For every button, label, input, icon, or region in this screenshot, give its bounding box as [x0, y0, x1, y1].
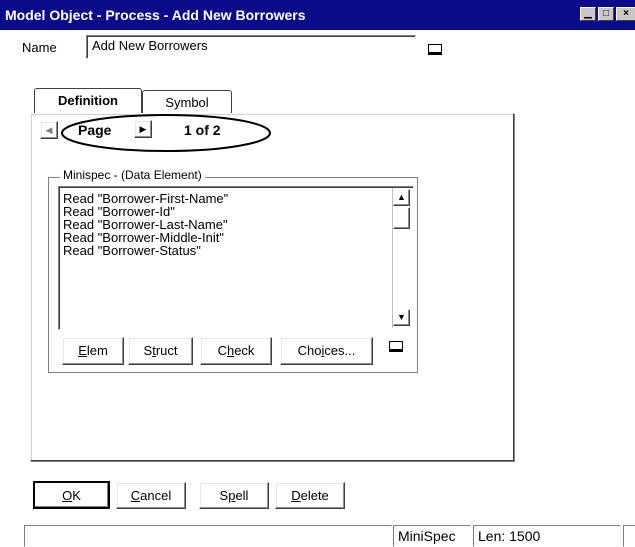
maximize-icon[interactable]: □	[598, 7, 614, 21]
list-item[interactable]: Read "Borrower-Status"	[63, 244, 201, 257]
status-mode-text: MiniSpec	[398, 528, 456, 544]
next-page-button[interactable]: ▶	[134, 120, 152, 138]
title-bar[interactable]: Model Object - Process - Add New Borrowe…	[0, 0, 635, 30]
tab-symbol[interactable]: Symbol	[142, 90, 232, 113]
name-input-value: Add New Borrowers	[92, 38, 208, 53]
spell-button[interactable]: Spell	[199, 482, 269, 509]
scroll-down-icon[interactable]: ▼	[393, 309, 410, 326]
spell-button-label: Spell	[219, 488, 249, 503]
status-extra	[623, 525, 635, 547]
scroll-thumb[interactable]	[393, 207, 410, 229]
ok-button[interactable]: OK	[33, 481, 110, 509]
prev-page-button[interactable]: ◀	[40, 121, 58, 139]
status-length: Len: 1500	[473, 525, 621, 547]
window-title: Model Object - Process - Add New Borrowe…	[5, 7, 306, 23]
elem-button[interactable]: Elem	[62, 337, 124, 365]
check-button-label: Check	[217, 343, 255, 358]
ok-button-label: OK	[62, 488, 81, 503]
page-label: Page	[78, 122, 112, 138]
status-main	[24, 525, 392, 547]
name-label: Name	[22, 40, 57, 55]
tab-symbol-label: Symbol	[165, 95, 209, 110]
minimize-icon[interactable]: ▁	[580, 7, 596, 21]
choices-button[interactable]: Choices...	[280, 337, 373, 365]
minispec-expand-button[interactable]	[389, 341, 403, 352]
delete-button-label: Delete	[291, 488, 329, 503]
elem-button-label: Elem	[78, 343, 108, 358]
tab-definition[interactable]: Definition	[34, 88, 142, 113]
dialog-window: Model Object - Process - Add New Borrowe…	[0, 0, 635, 547]
minispec-group-label: Minispec - (Data Element)	[60, 168, 205, 182]
check-button[interactable]: Check	[200, 337, 272, 365]
page-indicator: 1 of 2	[184, 122, 221, 138]
status-length-text: Len: 1500	[478, 528, 541, 544]
status-mode: MiniSpec	[393, 525, 471, 547]
name-expand-button[interactable]	[428, 44, 442, 55]
cancel-button-label: Cancel	[130, 488, 172, 503]
close-icon[interactable]: ×	[616, 7, 635, 21]
scroll-up-icon[interactable]: ▲	[393, 189, 410, 206]
struct-button-label: Struct	[143, 343, 178, 358]
struct-button[interactable]: Struct	[128, 337, 193, 365]
choices-button-label: Choices...	[297, 343, 356, 358]
delete-button[interactable]: Delete	[275, 482, 345, 509]
tab-definition-label: Definition	[58, 93, 118, 108]
cancel-button[interactable]: Cancel	[116, 482, 186, 509]
name-input[interactable]: Add New Borrowers	[86, 35, 416, 59]
